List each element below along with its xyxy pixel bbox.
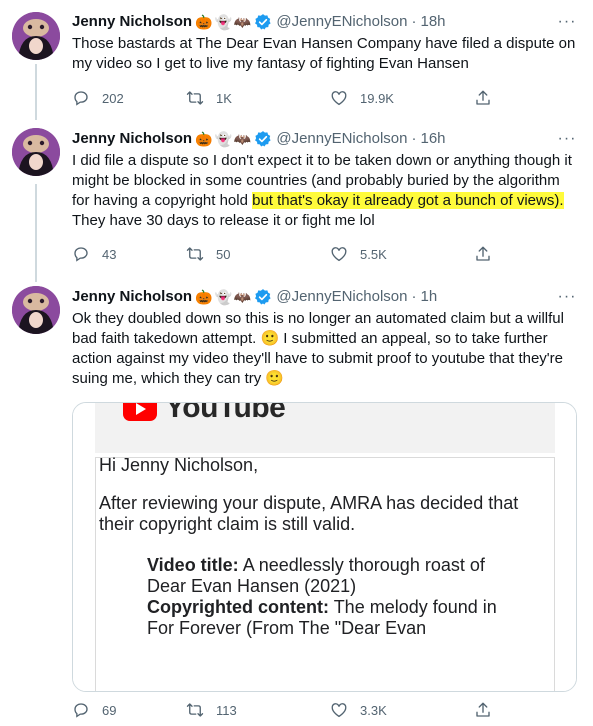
like-count: 19.9K bbox=[360, 90, 394, 106]
tweet-header: Jenny Nicholson 🎃 👻 🦇 @JennyENicholson ·… bbox=[72, 12, 446, 32]
tweet-text-part: They have 30 days to release it or fight… bbox=[72, 212, 375, 229]
avatar[interactable] bbox=[12, 12, 60, 60]
bat-emoji: 🦇 bbox=[233, 131, 252, 147]
share-button[interactable] bbox=[474, 88, 504, 108]
share-button[interactable] bbox=[474, 700, 504, 720]
share-upload-icon bbox=[476, 246, 490, 261]
tweet-actions: 43 50 5.5K bbox=[72, 244, 577, 264]
timestamp[interactable]: 1h bbox=[420, 287, 437, 307]
retweet-arrows-icon bbox=[186, 703, 204, 717]
heart-icon bbox=[331, 247, 347, 262]
email-greeting: Hi Jenny Nicholson, bbox=[99, 455, 259, 475]
pumpkin-emoji: 🎃 bbox=[195, 289, 213, 305]
share-upload-icon bbox=[476, 702, 490, 717]
retweet-arrows-icon bbox=[186, 91, 204, 105]
tweet-header: Jenny Nicholson 🎃 👻 🦇 @JennyENicholson ·… bbox=[72, 287, 437, 307]
like-button[interactable]: 5.5K bbox=[330, 244, 387, 264]
timestamp[interactable]: 18h bbox=[420, 12, 445, 32]
tweet-header: Jenny Nicholson 🎃 👻 🦇 @JennyENicholson ·… bbox=[72, 129, 446, 149]
video-title-label: Video title: bbox=[147, 555, 239, 575]
name-emojis: 🎃 👻 🦇 bbox=[195, 129, 251, 149]
retweet-button[interactable]: 50 bbox=[186, 244, 230, 264]
play-triangle-icon bbox=[136, 403, 146, 415]
email-video-details: Video title: A needlessly thorough roast… bbox=[147, 555, 527, 639]
reply-button[interactable]: 43 bbox=[72, 244, 116, 264]
verified-badge-icon bbox=[255, 289, 271, 305]
avatar[interactable] bbox=[12, 286, 60, 334]
display-name[interactable]: Jenny Nicholson bbox=[72, 287, 192, 307]
more-dots-icon[interactable]: ··· bbox=[557, 12, 577, 32]
like-count: 3.3K bbox=[360, 702, 387, 718]
highlighted-text: but that's okay it already got a bunch o… bbox=[252, 192, 564, 209]
name-emojis: 🎃 👻 🦇 bbox=[195, 12, 251, 32]
pumpkin-emoji: 🎃 bbox=[195, 131, 213, 147]
youtube-email-screenshot: YouTube Hi Jenny Nicholson, After review… bbox=[73, 403, 576, 691]
share-button[interactable] bbox=[474, 244, 504, 264]
pumpkin-emoji: 🎃 bbox=[195, 14, 213, 30]
tweet[interactable]: Jenny Nicholson 🎃 👻 🦇 @JennyENicholson ·… bbox=[0, 120, 593, 280]
name-emojis: 🎃 👻 🦇 bbox=[195, 287, 251, 307]
display-name[interactable]: Jenny Nicholson bbox=[72, 12, 192, 32]
retweet-button[interactable]: 113 bbox=[186, 700, 237, 720]
retweet-arrows-icon bbox=[186, 247, 204, 261]
like-count: 5.5K bbox=[360, 246, 387, 262]
reply-count: 202 bbox=[102, 90, 124, 106]
retweet-button[interactable]: 1K bbox=[186, 88, 232, 108]
handle[interactable]: @JennyENicholson bbox=[276, 129, 407, 149]
retweet-count: 50 bbox=[216, 246, 231, 262]
reply-button[interactable]: 69 bbox=[72, 700, 116, 720]
handle[interactable]: @JennyENicholson bbox=[276, 287, 407, 307]
like-button[interactable]: 3.3K bbox=[330, 700, 387, 720]
youtube-header: YouTube bbox=[95, 403, 555, 453]
avatar[interactable] bbox=[12, 128, 60, 176]
speech-bubble-icon bbox=[74, 91, 88, 106]
separator-dot: · bbox=[411, 288, 417, 305]
tweet-text: Those bastards at The Dear Evan Hansen C… bbox=[72, 35, 576, 72]
bat-emoji: 🦇 bbox=[233, 289, 252, 305]
retweet-count: 1K bbox=[216, 90, 232, 106]
share-upload-icon bbox=[476, 90, 490, 105]
more-dots-icon[interactable]: ··· bbox=[557, 129, 577, 149]
tweet[interactable]: Jenny Nicholson 🎃 👻 🦇 @JennyENicholson ·… bbox=[0, 0, 593, 120]
copyrighted-content-label: Copyrighted content: bbox=[147, 597, 329, 617]
tweet-actions: 202 1K 19.9K bbox=[72, 88, 577, 108]
reply-button[interactable]: 202 bbox=[72, 88, 124, 108]
speech-bubble-icon bbox=[74, 703, 88, 718]
tweet-text: I did file a dispute so I don't expect i… bbox=[72, 151, 577, 231]
reply-count: 43 bbox=[102, 246, 117, 262]
heart-icon bbox=[331, 703, 347, 718]
smile-emoji: 🙂 bbox=[260, 330, 280, 347]
bat-emoji: 🦇 bbox=[233, 14, 252, 30]
verified-badge-icon bbox=[255, 14, 271, 30]
retweet-count: 113 bbox=[216, 702, 237, 718]
separator-dot: · bbox=[411, 13, 417, 30]
tweet-actions: 69 113 3.3K bbox=[72, 700, 577, 720]
separator-dot: · bbox=[411, 130, 417, 147]
timestamp[interactable]: 16h bbox=[420, 129, 445, 149]
tweet-thread: Jenny Nicholson 🎃 👻 🦇 @JennyENicholson ·… bbox=[0, 0, 593, 726]
like-button[interactable]: 19.9K bbox=[330, 88, 394, 108]
ghost-emoji: 👻 bbox=[214, 14, 232, 30]
tweet-text: Ok they doubled down so this is no longe… bbox=[72, 309, 577, 389]
speech-bubble-icon bbox=[74, 247, 88, 262]
smile-emoji: 🙂 bbox=[265, 370, 285, 387]
more-dots-icon[interactable]: ··· bbox=[557, 287, 577, 307]
youtube-wordmark: YouTube bbox=[165, 402, 286, 424]
image-attachment[interactable]: YouTube Hi Jenny Nicholson, After review… bbox=[72, 402, 577, 692]
display-name[interactable]: Jenny Nicholson bbox=[72, 129, 192, 149]
email-paragraph: After reviewing your dispute, AMRA has d… bbox=[99, 493, 519, 534]
ghost-emoji: 👻 bbox=[214, 289, 232, 305]
handle[interactable]: @JennyENicholson bbox=[276, 12, 407, 32]
heart-icon bbox=[331, 91, 347, 106]
reply-count: 69 bbox=[102, 702, 117, 718]
verified-badge-icon bbox=[255, 131, 271, 147]
ghost-emoji: 👻 bbox=[214, 131, 232, 147]
